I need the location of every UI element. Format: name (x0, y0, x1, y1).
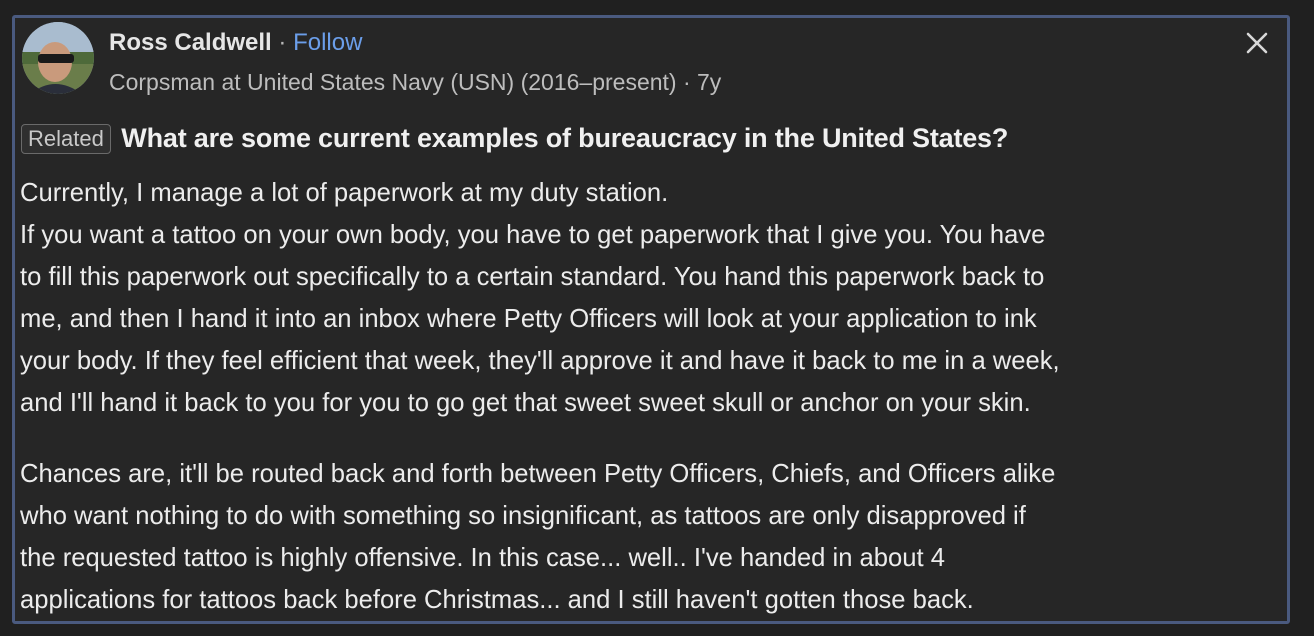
answer-card: Ross Caldwell · Follow Corpsman at Unite… (12, 15, 1290, 624)
answer-body: Currently, I manage a lot of paperwork a… (20, 172, 1285, 621)
answer-line: who want nothing to do with something so… (20, 502, 1026, 530)
paragraph-2: Chances are, it'll be routed back and fo… (20, 453, 1285, 621)
avatar[interactable] (22, 22, 94, 94)
close-icon[interactable] (1242, 28, 1272, 58)
answer-line: applications for tattoos back before Chr… (20, 586, 974, 614)
answer-line: Chances are, it'll be routed back and fo… (20, 460, 1056, 488)
author-name[interactable]: Ross Caldwell (109, 29, 272, 56)
paragraph-1: Currently, I manage a lot of paperwork a… (20, 172, 1285, 424)
author-credential: Corpsman at United States Navy (USN) (20… (109, 69, 722, 95)
answer-line: Currently, I manage a lot of paperwork a… (20, 179, 669, 207)
author-line: Ross Caldwell · Follow (109, 28, 362, 58)
answer-line: and I'll hand it back to you for you to … (20, 389, 1031, 417)
answer-line: to fill this paperwork out specifically … (20, 263, 1045, 291)
related-badge: Related (21, 123, 111, 154)
answer-line: If you want a tattoo on your own body, y… (20, 221, 1046, 249)
answer-line: your body. If they feel efficient that w… (20, 347, 1060, 375)
separator: · (278, 29, 287, 56)
question-row: Related What are some current examples o… (21, 123, 1008, 154)
follow-button[interactable]: Follow (293, 29, 362, 56)
answer-line: the requested tattoo is highly offensive… (20, 544, 945, 572)
question-title[interactable]: What are some current examples of bureau… (121, 123, 1008, 154)
answer-line: me, and then I hand it into an inbox whe… (20, 305, 1037, 333)
